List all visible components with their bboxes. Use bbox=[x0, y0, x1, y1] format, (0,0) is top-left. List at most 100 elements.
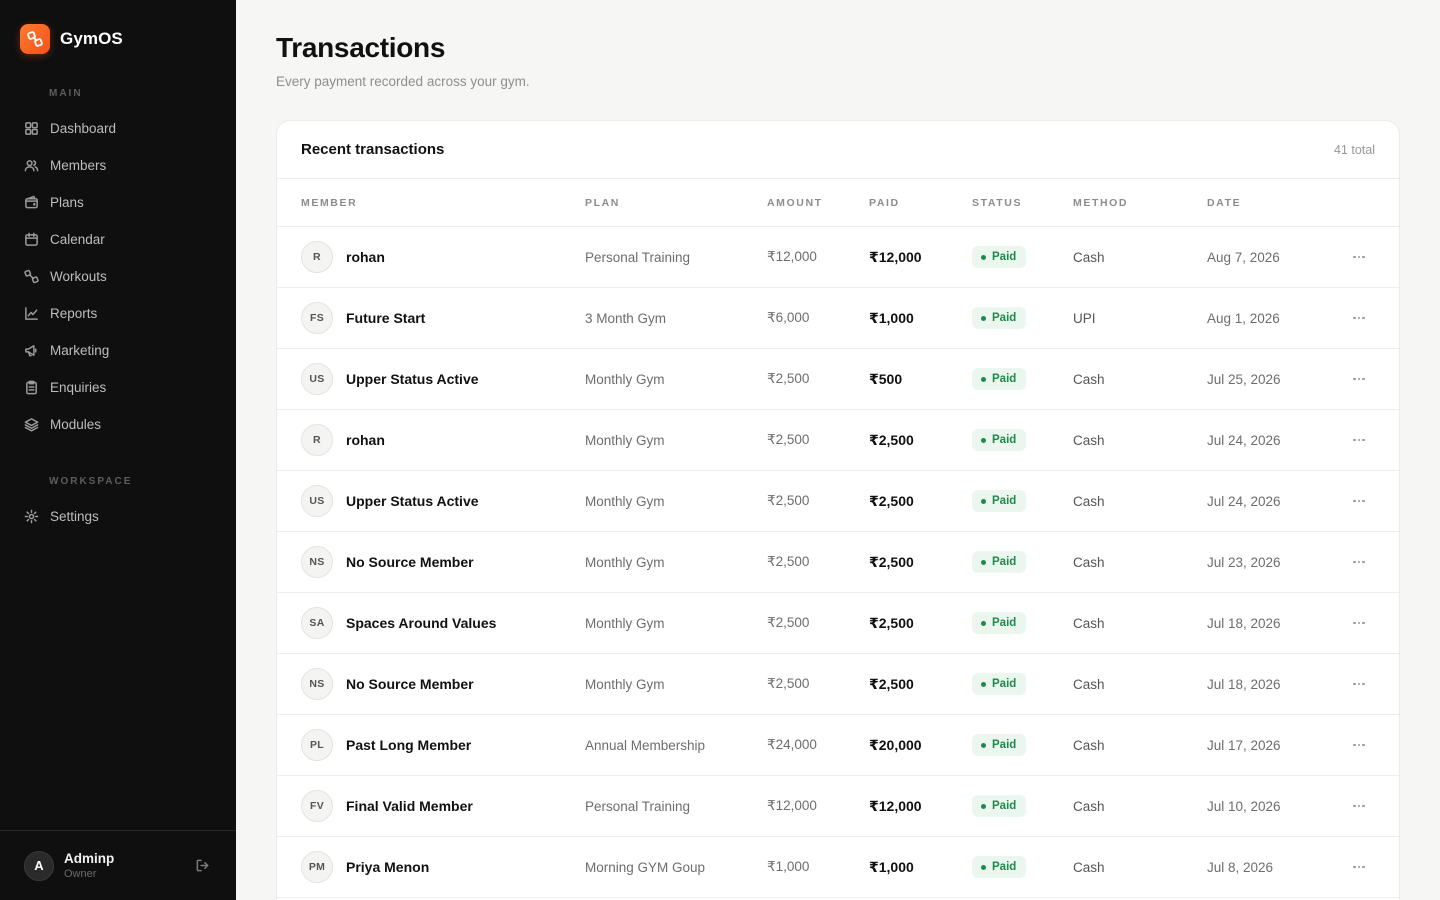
sidebar-item-modules[interactable]: Modules bbox=[0, 407, 236, 441]
column-header-paid[interactable]: PAID bbox=[869, 179, 900, 227]
column-header-amount[interactable]: AMOUNT bbox=[767, 179, 823, 227]
date-cell: Jul 8, 2026 bbox=[1207, 859, 1274, 875]
plan-cell: Personal Training bbox=[585, 249, 691, 265]
table-row[interactable]: NS No Source Member Monthly Gym ₹2,500 ₹… bbox=[277, 654, 1399, 715]
column-header-status[interactable]: STATUS bbox=[972, 179, 1022, 227]
row-actions-button[interactable] bbox=[1349, 288, 1369, 348]
brand[interactable]: GymOS bbox=[20, 24, 123, 54]
sidebar-item-label: Enquiries bbox=[50, 379, 107, 395]
member-cell: FS Future Start bbox=[301, 288, 425, 348]
member-cell: PL Past Long Member bbox=[301, 715, 471, 775]
member-name[interactable]: Priya Menon bbox=[346, 859, 429, 875]
table-row[interactable]: PL Past Long Member Annual Membership ₹2… bbox=[277, 715, 1399, 776]
member-name[interactable]: Past Long Member bbox=[346, 737, 471, 753]
status-badge: Paid bbox=[972, 246, 1027, 268]
status-cell: Paid bbox=[972, 715, 1027, 775]
paid-cell: ₹12,000 bbox=[869, 248, 922, 265]
logout-button[interactable] bbox=[192, 856, 212, 876]
member-cell: NS No Source Member bbox=[301, 532, 474, 592]
status-badge: Paid bbox=[972, 429, 1027, 451]
table-row[interactable]: PM Priya Menon Morning GYM Goup ₹1,000 ₹… bbox=[277, 837, 1399, 898]
page-title: Transactions bbox=[276, 32, 446, 63]
status-dot-icon bbox=[981, 254, 986, 260]
more-horizontal-icon bbox=[1353, 621, 1365, 625]
column-header-plan[interactable]: PLAN bbox=[585, 179, 620, 227]
member-name[interactable]: Spaces Around Values bbox=[346, 615, 496, 631]
member-avatar: US bbox=[301, 363, 333, 395]
status-label: Paid bbox=[992, 678, 1017, 690]
megaphone-icon bbox=[25, 344, 37, 356]
row-actions-button[interactable] bbox=[1349, 349, 1369, 409]
member-cell: PM Priya Menon bbox=[301, 837, 429, 897]
status-badge: Paid bbox=[972, 307, 1027, 329]
row-actions-button[interactable] bbox=[1349, 593, 1369, 653]
member-name[interactable]: No Source Member bbox=[346, 676, 474, 692]
row-actions-button[interactable] bbox=[1349, 654, 1369, 714]
avatar[interactable]: A bbox=[24, 850, 54, 881]
plan-cell: Monthly Gym bbox=[585, 432, 665, 448]
sidebar-item-enquiries[interactable]: Enquiries bbox=[0, 370, 236, 404]
status-cell: Paid bbox=[972, 471, 1027, 531]
sidebar-item-reports[interactable]: Reports bbox=[0, 296, 236, 330]
table-row[interactable]: R rohan Personal Training ₹12,000 ₹12,00… bbox=[277, 227, 1399, 288]
row-actions-button[interactable] bbox=[1349, 410, 1369, 470]
member-name[interactable]: No Source Member bbox=[346, 554, 474, 570]
member-name[interactable]: Upper Status Active bbox=[346, 371, 479, 387]
column-header-date[interactable]: DATE bbox=[1207, 179, 1241, 227]
column-header-member[interactable]: MEMBER bbox=[301, 179, 357, 227]
sidebar-item-members[interactable]: Members bbox=[0, 148, 236, 182]
method-cell: Cash bbox=[1073, 737, 1105, 753]
sidebar-item-calendar[interactable]: Calendar bbox=[0, 222, 236, 256]
row-actions-button[interactable] bbox=[1349, 532, 1369, 592]
member-avatar: PM bbox=[301, 851, 333, 883]
sidebar-item-dashboard[interactable]: Dashboard bbox=[0, 111, 236, 145]
method-cell: Cash bbox=[1073, 554, 1105, 570]
status-cell: Paid bbox=[972, 349, 1027, 409]
status-cell: Paid bbox=[972, 410, 1027, 470]
method-cell: Cash bbox=[1073, 615, 1105, 631]
member-name[interactable]: rohan bbox=[346, 249, 385, 265]
table-row[interactable]: US Upper Status Active Monthly Gym ₹2,50… bbox=[277, 471, 1399, 532]
user-meta: Adminp Owner bbox=[64, 851, 114, 880]
nav-section-workspace: WORKSPACE bbox=[49, 476, 133, 487]
row-actions-button[interactable] bbox=[1349, 227, 1369, 287]
row-actions-button[interactable] bbox=[1349, 776, 1369, 836]
member-avatar: R bbox=[301, 424, 333, 456]
member-name[interactable]: Future Start bbox=[346, 310, 425, 326]
layers-icon bbox=[24, 417, 39, 432]
more-horizontal-icon bbox=[1353, 804, 1365, 808]
plan-cell: Monthly Gym bbox=[585, 615, 665, 631]
more-horizontal-icon bbox=[1353, 499, 1365, 503]
status-label: Paid bbox=[992, 739, 1017, 751]
sidebar-item-plans[interactable]: Plans bbox=[0, 185, 236, 219]
amount-cell: ₹6,000 bbox=[767, 310, 810, 325]
status-badge: Paid bbox=[972, 551, 1027, 573]
row-actions-button[interactable] bbox=[1349, 715, 1369, 775]
table-row[interactable]: FV Final Valid Member Personal Training … bbox=[277, 776, 1399, 837]
status-label: Paid bbox=[992, 312, 1017, 324]
amount-cell: ₹2,500 bbox=[767, 432, 810, 447]
sidebar-item-settings[interactable]: Settings bbox=[0, 499, 236, 533]
sidebar-item-label: Marketing bbox=[50, 342, 110, 358]
table-row[interactable]: NS No Source Member Monthly Gym ₹2,500 ₹… bbox=[277, 532, 1399, 593]
table-row[interactable]: SA Spaces Around Values Monthly Gym ₹2,5… bbox=[277, 593, 1399, 654]
column-header-method[interactable]: METHOD bbox=[1073, 179, 1128, 227]
status-label: Paid bbox=[992, 861, 1017, 873]
member-cell: US Upper Status Active bbox=[301, 349, 479, 409]
status-cell: Paid bbox=[972, 654, 1027, 714]
member-avatar: NS bbox=[301, 546, 333, 578]
sidebar-item-marketing[interactable]: Marketing bbox=[0, 333, 236, 367]
table-row[interactable]: R rohan Monthly Gym ₹2,500 ₹2,500 Paid C… bbox=[277, 410, 1399, 471]
table-row[interactable]: FS Future Start 3 Month Gym ₹6,000 ₹1,00… bbox=[277, 288, 1399, 349]
member-name[interactable]: Upper Status Active bbox=[346, 493, 479, 509]
row-actions-button[interactable] bbox=[1349, 837, 1369, 897]
amount-cell: ₹2,500 bbox=[767, 615, 810, 630]
member-name[interactable]: rohan bbox=[346, 432, 385, 448]
users-icon bbox=[24, 159, 39, 171]
member-name[interactable]: Final Valid Member bbox=[346, 798, 473, 814]
sidebar-item-workouts[interactable]: Workouts bbox=[0, 259, 236, 293]
row-actions-button[interactable] bbox=[1349, 471, 1369, 531]
table-row[interactable]: US Upper Status Active Monthly Gym ₹2,50… bbox=[277, 349, 1399, 410]
status-cell: Paid bbox=[972, 227, 1027, 287]
dumbbell-icon bbox=[24, 269, 39, 283]
